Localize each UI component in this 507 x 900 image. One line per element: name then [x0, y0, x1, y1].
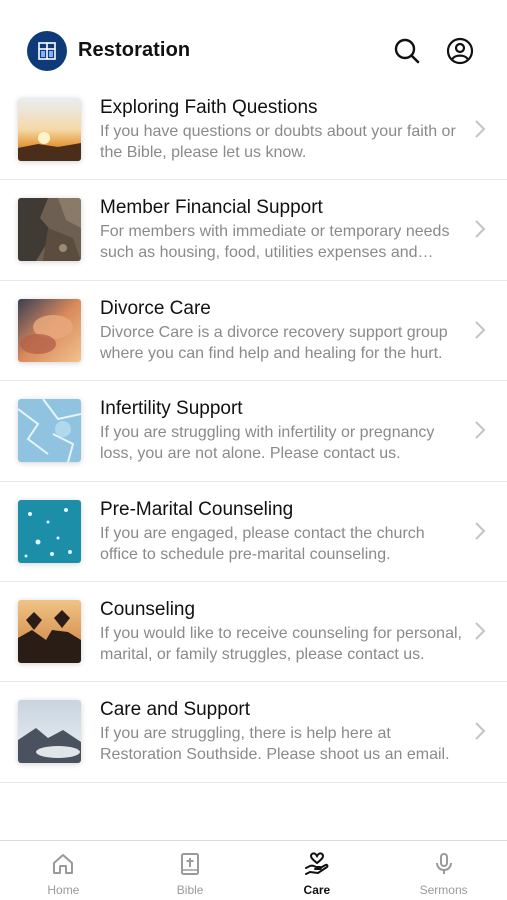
app-title: Restoration [78, 39, 191, 61]
water-drops-photo [18, 499, 81, 563]
chevron-right-icon [475, 622, 486, 640]
item-description: If you are struggling with infertility o… [100, 424, 435, 463]
item-title: Pre-Marital Counseling [100, 498, 294, 520]
sunset-photo [18, 98, 81, 161]
search-icon[interactable] [392, 36, 422, 66]
microphone-icon [431, 851, 457, 877]
chevron-right-icon [475, 722, 486, 741]
chevron-right-icon [475, 521, 486, 540]
item-description: Divorce Care is a divorce recovery suppo… [100, 323, 448, 362]
chevron-right-icon [475, 220, 486, 239]
chevron-right-icon [475, 421, 486, 439]
item-description: If you are engaged, please contact the c… [100, 524, 425, 563]
tab-label: Bible [176, 883, 204, 897]
item-title: Care and Support [100, 699, 250, 721]
item-description: If you have questions or doubts about yo… [100, 123, 456, 161]
list-item[interactable]: Exploring Faith Questions If you have qu… [0, 80, 507, 181]
church-logo-icon[interactable] [27, 31, 67, 71]
app-header: Restoration [0, 0, 507, 90]
profile-icon[interactable] [445, 36, 475, 66]
tab-label: Sermons [419, 883, 468, 897]
mountain-clouds-photo [18, 700, 81, 764]
tab-label: Home [47, 883, 80, 897]
list-item[interactable]: Infertility Support If you are strugglin… [0, 381, 507, 482]
frost-photo [18, 399, 81, 463]
care-list: Exploring Faith Questions If you have qu… [0, 80, 507, 783]
home-icon [50, 851, 76, 877]
chevron-right-icon [475, 321, 486, 339]
list-item[interactable]: Member Financial Support For members wit… [0, 180, 507, 281]
tab-bible[interactable]: Bible [127, 841, 254, 900]
bottom-tab-bar: Home Bible Care Sermons [0, 840, 507, 900]
item-description: For members with immediate or temporary … [100, 223, 450, 262]
item-title: Divorce Care [100, 297, 211, 319]
tab-care[interactable]: Care [254, 841, 381, 900]
item-title: Member Financial Support [100, 197, 323, 219]
item-description: If you would like to receive counseling … [100, 624, 462, 663]
heart-hands-photo [18, 599, 81, 663]
clouds-sunset-photo [18, 298, 81, 362]
list-item[interactable]: Counseling If you would like to receive … [0, 582, 507, 683]
item-title: Exploring Faith Questions [100, 97, 318, 118]
tab-sermons[interactable]: Sermons [380, 841, 507, 900]
chevron-right-icon [475, 120, 486, 138]
list-item[interactable]: Pre-Marital Counseling If you are engage… [0, 482, 507, 582]
item-title: Infertility Support [100, 398, 243, 420]
rocky-cliff-photo [18, 198, 81, 262]
tab-home[interactable]: Home [0, 841, 127, 900]
list-item[interactable]: Care and Support If you are struggling, … [0, 682, 507, 783]
item-description: If you are struggling, there is help her… [100, 725, 450, 764]
item-title: Counseling [100, 598, 196, 620]
list-item[interactable]: Divorce Care Divorce Care is a divorce r… [0, 281, 507, 382]
tab-label: Care [303, 883, 331, 897]
care-hand-heart-icon [304, 851, 330, 877]
bible-icon [177, 851, 203, 877]
